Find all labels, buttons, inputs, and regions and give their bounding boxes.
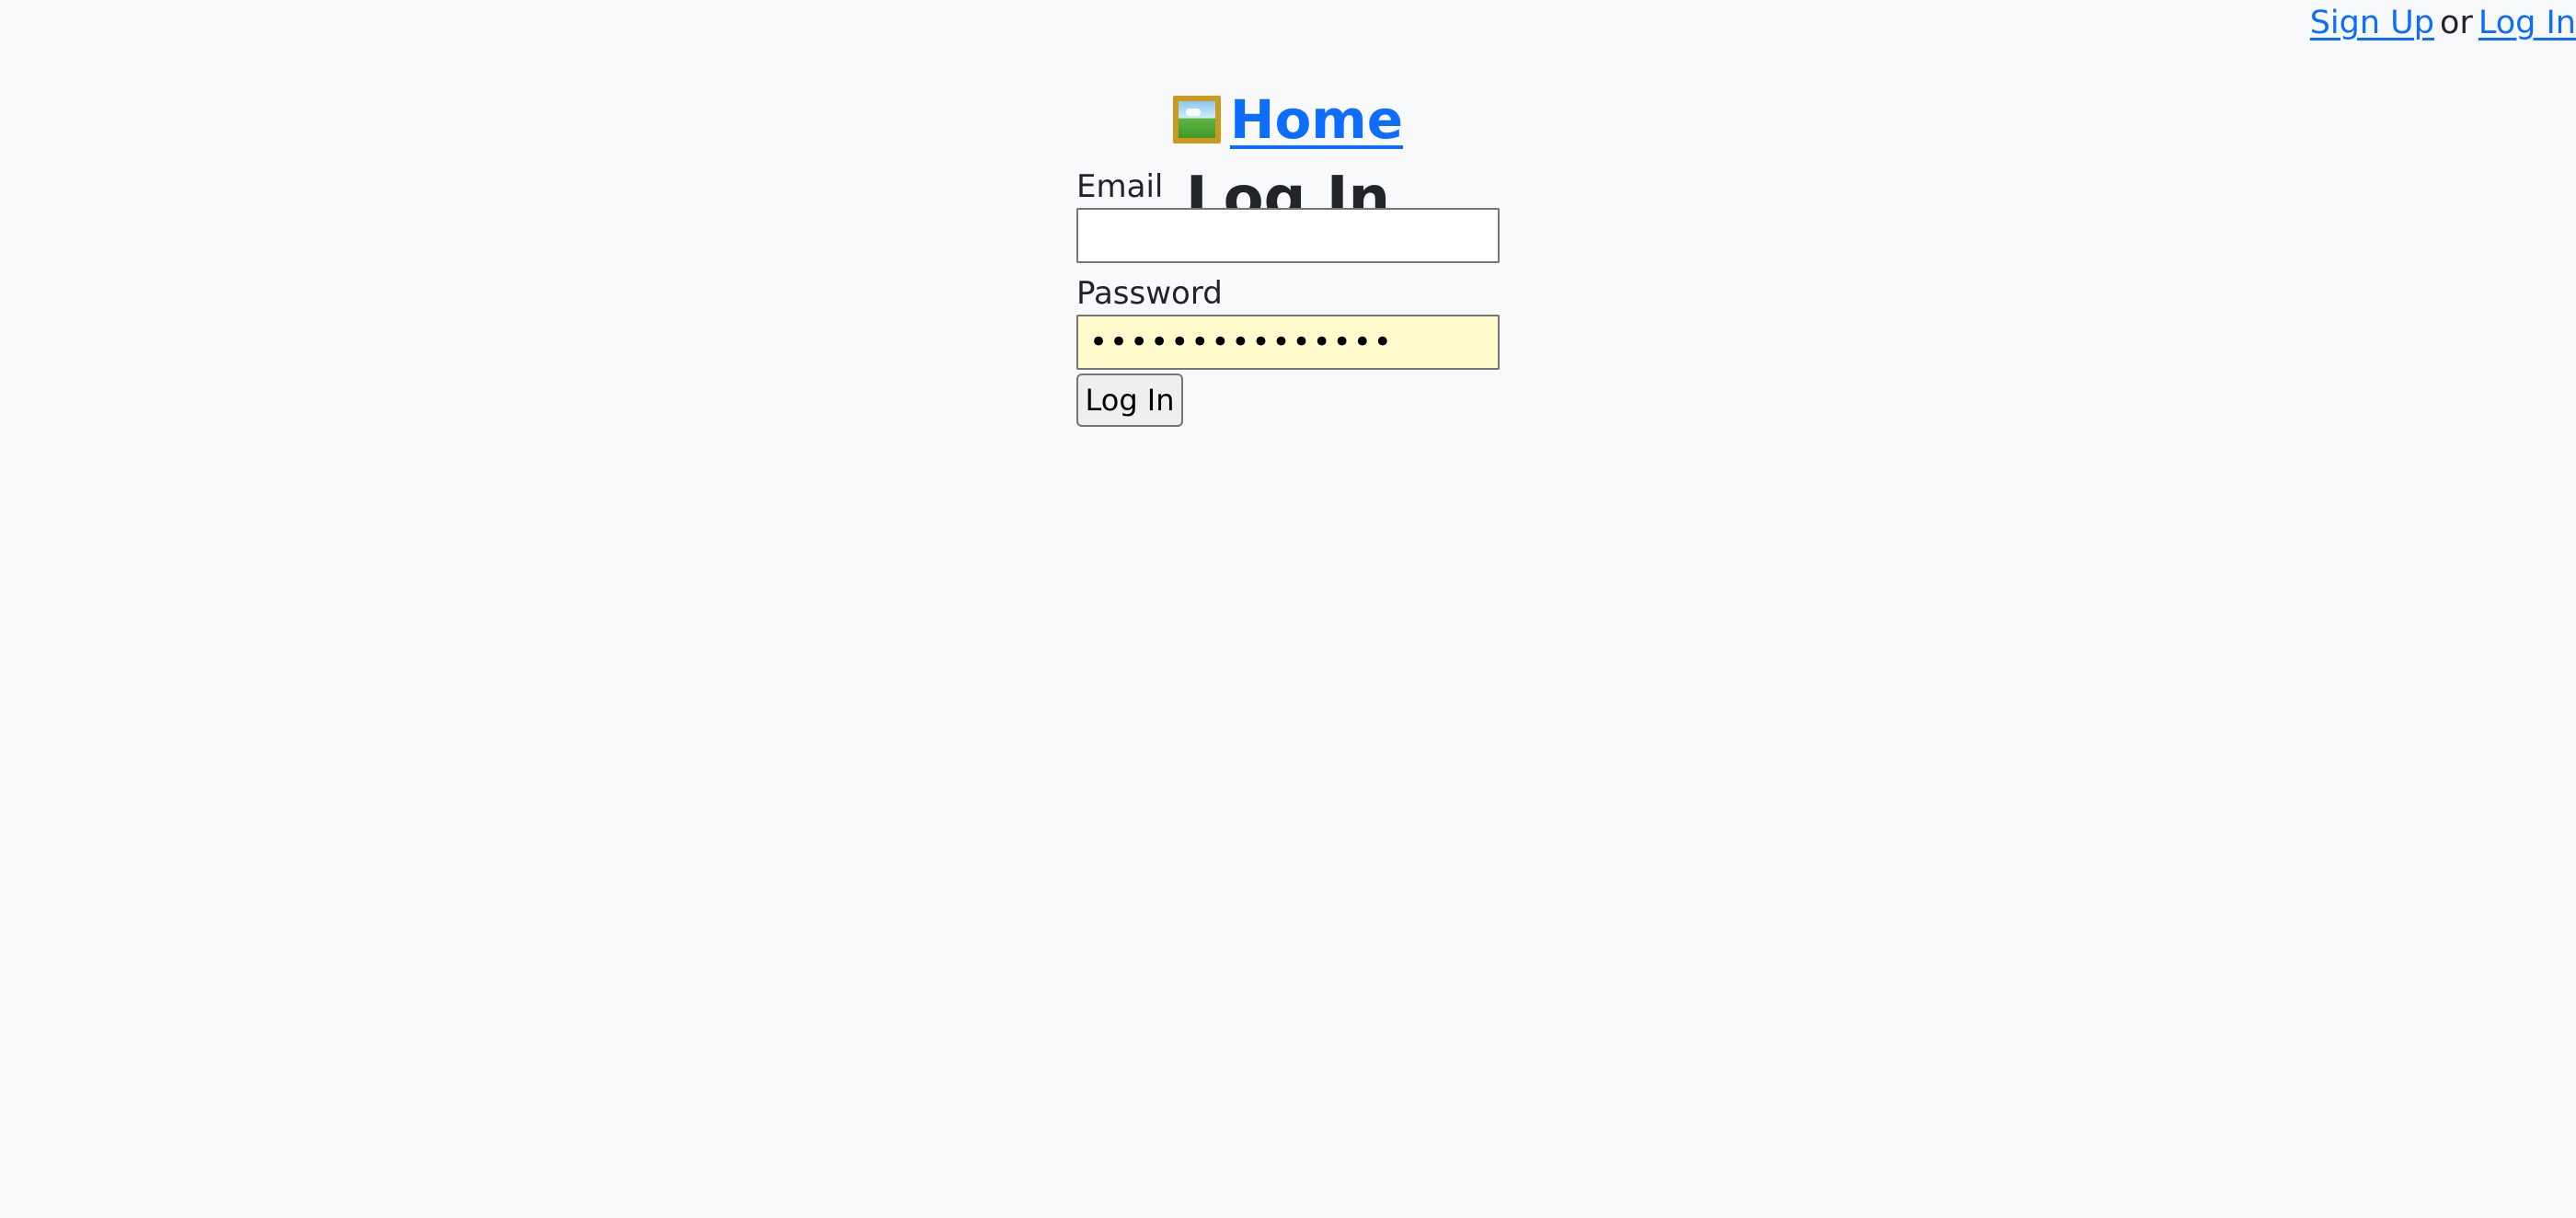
login-form: Email Password Log In — [1076, 166, 1500, 427]
home-row: Home — [0, 85, 2576, 155]
email-field[interactable] — [1076, 208, 1500, 263]
password-field[interactable] — [1076, 315, 1500, 370]
password-label: Password — [1076, 275, 1223, 312]
top-nav: Sign Up or Log In — [2310, 0, 2576, 46]
signup-link[interactable]: Sign Up — [2310, 5, 2434, 41]
email-label: Email — [1076, 168, 1164, 205]
login-button[interactable]: Log In — [1076, 373, 1183, 427]
home-link-label: Home — [1229, 88, 1404, 151]
field-spacer — [1076, 263, 1500, 272]
framed-picture-icon — [1172, 96, 1221, 144]
home-link[interactable]: Home — [1172, 85, 1404, 155]
nav-separator: or — [2440, 5, 2473, 41]
login-link[interactable]: Log In — [2478, 5, 2576, 41]
